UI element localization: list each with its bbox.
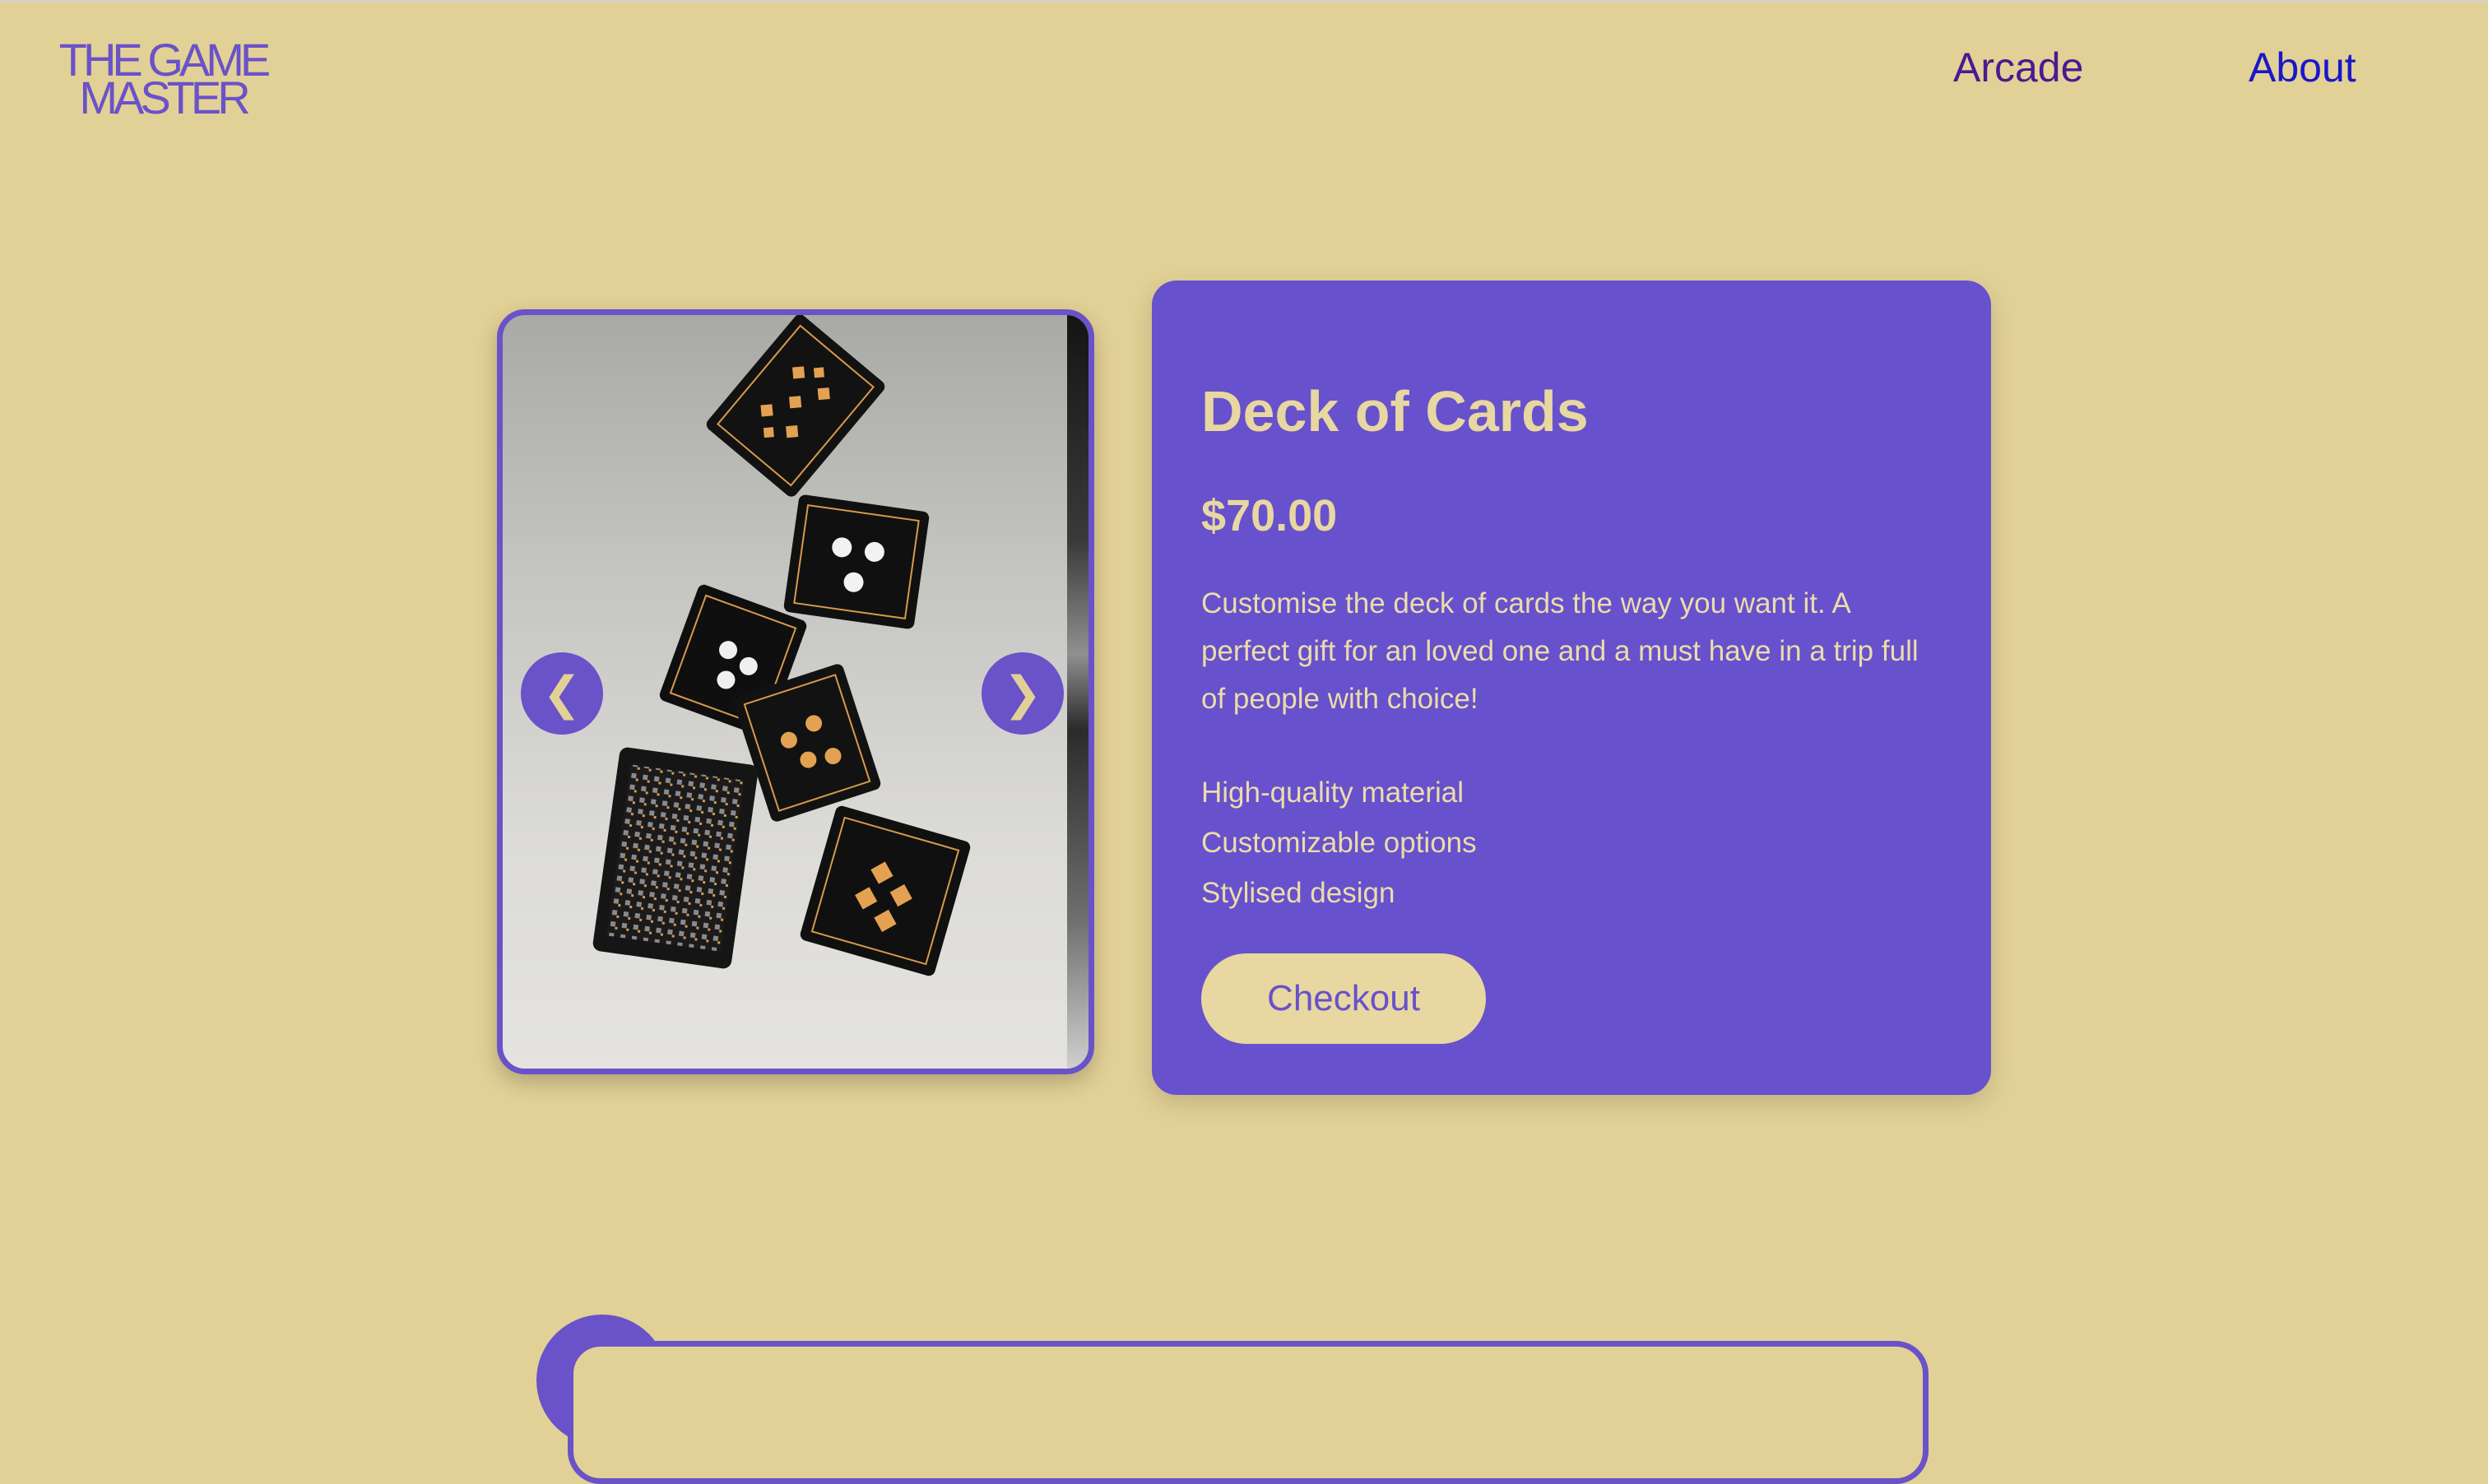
product-description: Customise the deck of cards the way you …	[1201, 587, 1919, 715]
product-price: $70.00	[1201, 491, 1338, 540]
logo-line-2: MASTER	[79, 72, 250, 123]
product-image-carousel: ❮ ❯	[497, 309, 1094, 1074]
site-logo[interactable]: THE GAME MASTER	[48, 37, 278, 123]
nav-link-arcade[interactable]: Arcade	[1953, 43, 2083, 92]
feature-item: High-quality material	[1201, 777, 1464, 809]
product-details-card: Deck of Cards $70.00 Customise the deck …	[1152, 281, 1991, 1095]
checkout-button[interactable]: Checkout	[1201, 953, 1486, 1044]
feature-item: Customizable options	[1201, 827, 1477, 859]
product-title: Deck of Cards	[1201, 379, 1589, 443]
bottom-section-panel	[568, 1341, 1929, 1484]
feature-list: High-quality material Customizable optio…	[1201, 768, 1477, 918]
next-photo-edge	[1067, 315, 1088, 1069]
carousel-next-button[interactable]: ❯	[982, 652, 1064, 735]
feature-item: Stylised design	[1201, 877, 1395, 909]
nav-link-about[interactable]: About	[2249, 43, 2356, 92]
carousel-prev-button[interactable]: ❮	[521, 652, 603, 735]
